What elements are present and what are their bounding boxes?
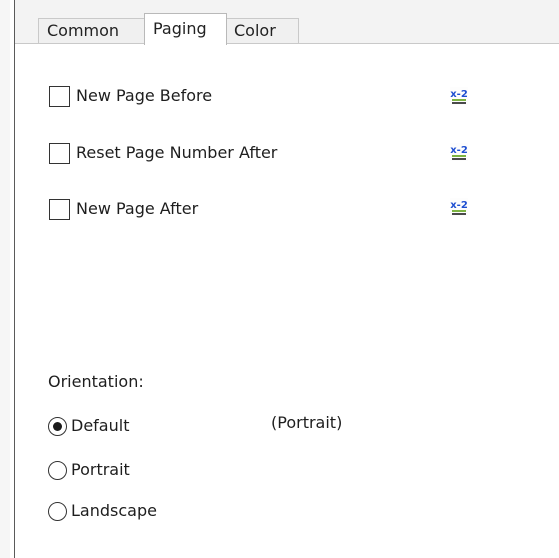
tab-color[interactable]: Color bbox=[225, 18, 299, 44]
checkbox-row-reset-page-number-after[interactable]: Reset Page Number After bbox=[49, 141, 277, 165]
checkbox-row-new-page-after[interactable]: New Page After bbox=[49, 197, 198, 221]
new-page-after-checkbox[interactable] bbox=[49, 198, 70, 220]
svg-text:x-2: x-2 bbox=[450, 145, 468, 156]
left-edge-strip bbox=[0, 0, 10, 558]
reset-page-number-after-expression-button[interactable]: x-2 bbox=[448, 140, 470, 164]
orientation-landscape-radio[interactable] bbox=[48, 501, 67, 521]
new-page-before-expression-button[interactable]: x-2 bbox=[448, 84, 470, 108]
checkbox-row-new-page-before[interactable]: New Page Before bbox=[49, 84, 212, 108]
new-page-after-label: New Page After bbox=[76, 199, 199, 218]
orientation-landscape-label: Landscape bbox=[71, 501, 157, 520]
radio-row-default[interactable]: Default bbox=[48, 414, 129, 438]
svg-text:x-2: x-2 bbox=[450, 200, 468, 211]
new-page-after-expression-button[interactable]: x-2 bbox=[448, 195, 470, 219]
tab-common[interactable]: Common bbox=[38, 18, 146, 44]
paging-properties-panel: Common Paging Color New Page Before x-2 … bbox=[0, 0, 559, 558]
new-page-before-checkbox[interactable] bbox=[49, 85, 70, 107]
default-orientation-note: (Portrait) bbox=[271, 413, 343, 432]
orientation-portrait-radio[interactable] bbox=[48, 460, 67, 480]
tab-paging[interactable]: Paging bbox=[144, 13, 227, 45]
reset-page-number-after-checkbox[interactable] bbox=[49, 142, 70, 164]
tab-strip: Common Paging Color bbox=[15, 0, 559, 45]
reset-page-number-after-label: Reset Page Number After bbox=[76, 143, 278, 162]
tab-panel-paging: New Page Before x-2 Reset Page Number Af… bbox=[15, 44, 559, 558]
expression-builder-icon: x-2 bbox=[450, 143, 468, 161]
orientation-label: Orientation: bbox=[48, 372, 144, 391]
orientation-portrait-label: Portrait bbox=[71, 460, 130, 479]
radio-row-landscape[interactable]: Landscape bbox=[48, 499, 157, 523]
orientation-default-radio[interactable] bbox=[48, 416, 67, 436]
radio-row-portrait[interactable]: Portrait bbox=[48, 458, 130, 482]
svg-text:x-2: x-2 bbox=[450, 89, 468, 100]
expression-builder-icon: x-2 bbox=[450, 87, 468, 105]
new-page-before-label: New Page Before bbox=[76, 86, 213, 105]
orientation-default-label: Default bbox=[71, 416, 130, 435]
expression-builder-icon: x-2 bbox=[450, 198, 468, 216]
